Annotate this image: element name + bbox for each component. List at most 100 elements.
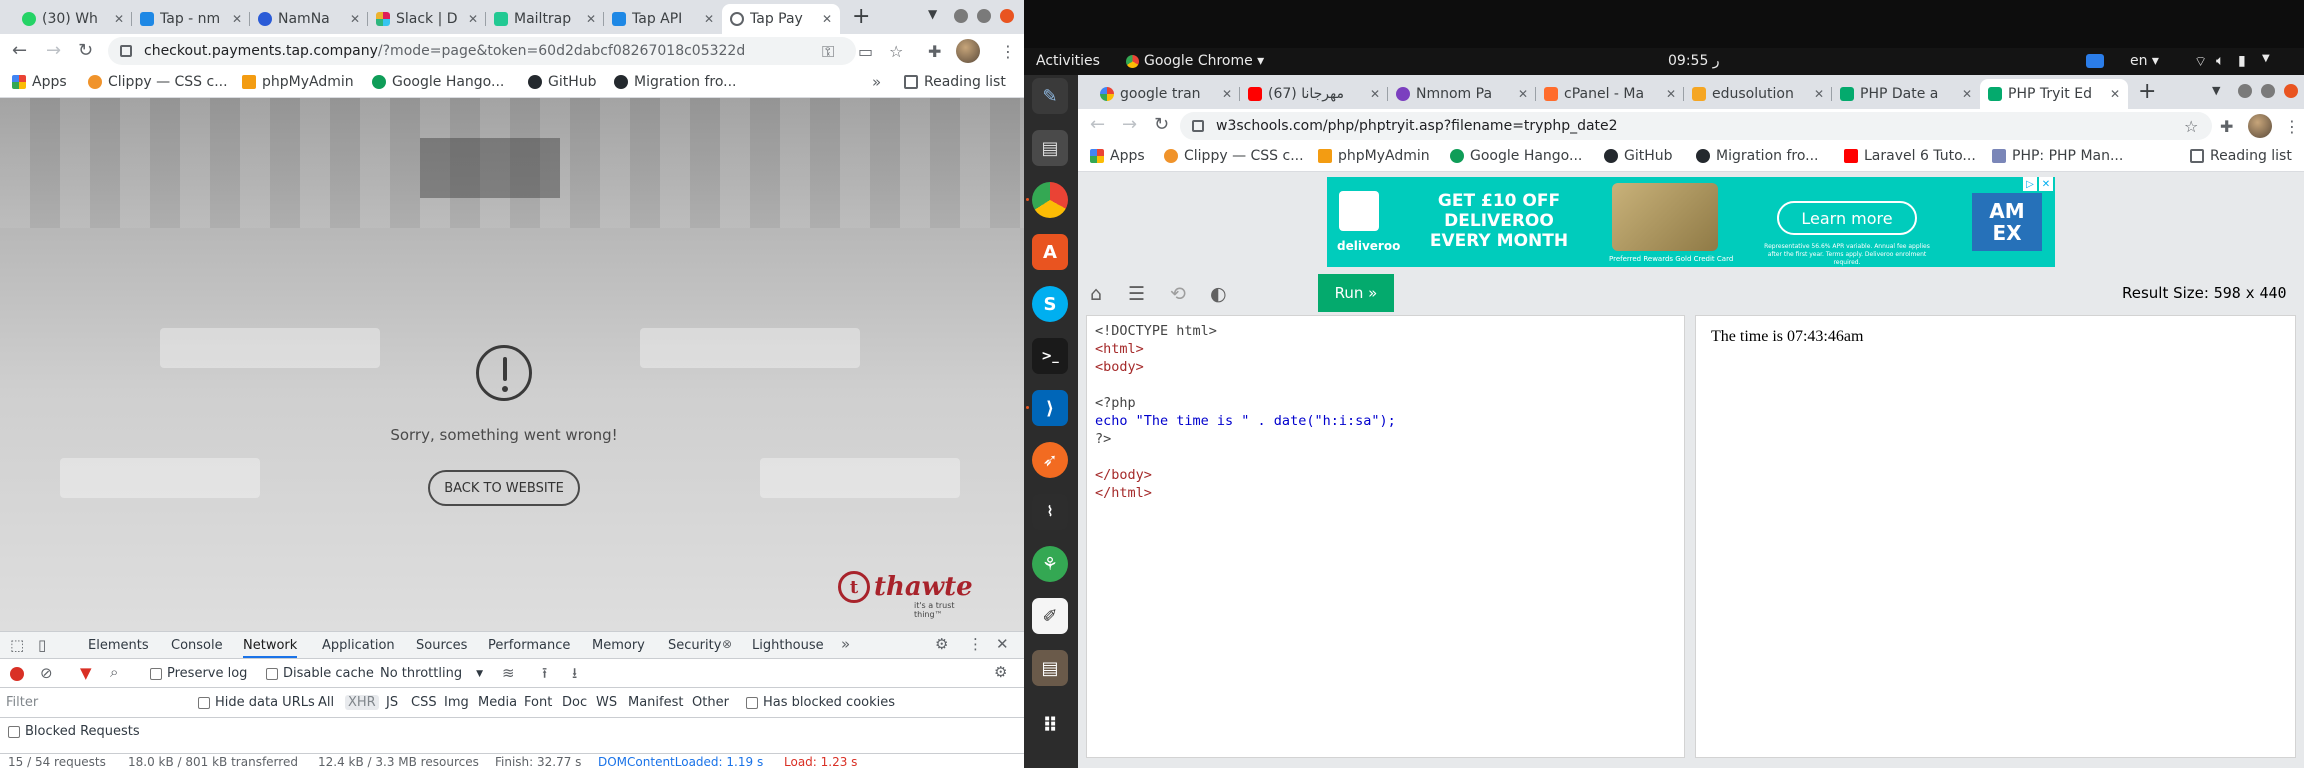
language-select[interactable]: en ▾: [2130, 53, 2159, 69]
blocked-requests-checkbox[interactable]: Blocked Requests: [8, 724, 140, 739]
minimize-icon[interactable]: [954, 9, 968, 23]
filter-img[interactable]: Img: [444, 695, 469, 710]
dock-app-postman[interactable]: ➶: [1032, 442, 1068, 478]
bookmark-laravel[interactable]: Laravel 6 Tuto...: [1844, 148, 1976, 164]
throttling-select[interactable]: No throttling ▼: [380, 666, 483, 681]
tab-security[interactable]: Security: [668, 638, 721, 653]
maximize-icon[interactable]: [2261, 84, 2275, 98]
bookmark-apps[interactable]: Apps: [1090, 148, 1145, 164]
dock-app-software[interactable]: A: [1032, 234, 1068, 270]
close-icon[interactable]: ✕: [586, 12, 596, 26]
bookmark-migration[interactable]: Migration fro...: [614, 74, 737, 90]
tab-application[interactable]: Application: [322, 638, 395, 653]
tab-performance[interactable]: Performance: [488, 638, 570, 653]
settings-gear-icon[interactable]: ⚙: [935, 635, 948, 653]
more-tabs-icon[interactable]: »: [841, 635, 850, 653]
sound-icon[interactable]: 🔈︎: [2216, 53, 2224, 69]
forward-icon[interactable]: →: [46, 40, 61, 61]
device-toolbar-icon[interactable]: ▯: [38, 636, 46, 654]
reload-icon[interactable]: ↻: [78, 40, 93, 61]
window-close-icon[interactable]: [1000, 9, 1014, 23]
back-icon[interactable]: ←: [12, 40, 27, 61]
tab-edusolution[interactable]: edusolution ✕: [1684, 79, 1832, 109]
address-bar[interactable]: checkout.payments.tap.company/?mode=page…: [108, 37, 856, 65]
back-icon[interactable]: ←: [1090, 114, 1105, 135]
tab-search-icon[interactable]: ▼: [928, 7, 937, 21]
bookmark-phpmyadmin[interactable]: phpMyAdmin: [242, 74, 354, 90]
export-icon[interactable]: ⭳: [572, 663, 577, 688]
close-icon[interactable]: ✕: [1518, 87, 1528, 101]
tab-tap-api[interactable]: Tap API ✕: [604, 4, 722, 34]
close-icon[interactable]: ✕: [704, 12, 714, 26]
tab-tap-nm[interactable]: Tap - nm ✕: [132, 4, 250, 34]
back-to-website-button[interactable]: BACK TO WEBSITE: [428, 470, 580, 506]
tab-elements[interactable]: Elements: [88, 638, 149, 653]
window-close-icon[interactable]: [2284, 84, 2298, 98]
dark-mode-icon[interactable]: ◐: [1210, 283, 1227, 305]
tab-nmnom[interactable]: Nmnom Pa ✕: [1388, 79, 1536, 109]
system-menu-icon[interactable]: ▼: [2262, 53, 2270, 64]
clear-icon[interactable]: ⊘: [40, 664, 53, 682]
hide-data-urls-checkbox[interactable]: Hide data URLs: [198, 695, 315, 710]
more-bookmarks-icon[interactable]: »: [872, 73, 881, 91]
kebab-menu-icon[interactable]: ⋮: [968, 635, 983, 653]
maximize-icon[interactable]: [977, 9, 991, 23]
home-icon[interactable]: ⌂: [1090, 283, 1102, 305]
inspect-icon[interactable]: ⬚: [10, 636, 24, 654]
tab-google-translate[interactable]: google tran ✕: [1092, 79, 1240, 109]
bookmark-php-manual[interactable]: PHP: PHP Man...: [1992, 148, 2123, 164]
disable-cache-checkbox[interactable]: Disable cache: [266, 666, 374, 681]
tab-memory[interactable]: Memory: [592, 638, 645, 653]
dock-app-vscode[interactable]: ⟩: [1032, 390, 1068, 426]
avatar[interactable]: [2248, 114, 2272, 138]
close-icon[interactable]: ✕: [1814, 87, 1824, 101]
dock-app-terminal[interactable]: >_: [1032, 338, 1068, 374]
dock-app-squirrel[interactable]: ✎: [1032, 78, 1068, 114]
battery-icon[interactable]: ▮: [2238, 53, 2246, 69]
close-icon[interactable]: ✕: [1222, 87, 1232, 101]
hamburger-icon[interactable]: ☰: [1128, 283, 1145, 305]
bookmark-migration[interactable]: Migration fro...: [1696, 148, 1819, 164]
bookmark-clippy[interactable]: Clippy — CSS c...: [88, 74, 228, 90]
tab-tap-pay[interactable]: Tap Pay ✕: [722, 4, 840, 34]
tab-slack[interactable]: Slack | D ✕: [368, 4, 486, 34]
record-icon[interactable]: [10, 667, 24, 681]
address-bar[interactable]: w3schools.com/php/phptryit.asp?filename=…: [1180, 112, 2212, 140]
has-blocked-cookies-checkbox[interactable]: Has blocked cookies: [746, 695, 895, 710]
network-settings-icon[interactable]: ⚙: [994, 663, 1007, 681]
minimize-icon[interactable]: [2238, 84, 2252, 98]
tab-console[interactable]: Console: [171, 638, 223, 653]
network-icon[interactable]: ⌔: [2194, 53, 2207, 71]
activities-button[interactable]: Activities: [1036, 53, 1100, 69]
filter-js[interactable]: JS: [386, 695, 398, 710]
filter-icon[interactable]: ▼: [80, 664, 92, 682]
close-icon[interactable]: ✕: [822, 12, 832, 26]
filter-media[interactable]: Media: [478, 695, 517, 710]
wifi-icon[interactable]: ≋: [502, 664, 515, 682]
menu-icon[interactable]: ⋮: [1000, 42, 1016, 61]
bookmark-hangouts[interactable]: Google Hango...: [1450, 148, 1582, 164]
bookmark-clippy[interactable]: Clippy — CSS c...: [1164, 148, 1304, 164]
preserve-log-checkbox[interactable]: Preserve log: [150, 666, 247, 681]
filter-all[interactable]: All: [318, 695, 334, 710]
bookmark-apps[interactable]: Apps: [12, 74, 67, 90]
avatar[interactable]: [956, 39, 980, 63]
ad-info-icon[interactable]: ▷: [2023, 177, 2037, 191]
show-applications-icon[interactable]: ⠿: [1032, 707, 1068, 743]
ad-close-icon[interactable]: ✕: [2039, 177, 2053, 191]
dock-app-files[interactable]: ▤: [1032, 130, 1068, 166]
bookmark-github[interactable]: GitHub: [1604, 148, 1673, 164]
close-icon[interactable]: ✕: [1666, 87, 1676, 101]
new-tab-icon[interactable]: +: [2138, 79, 2156, 104]
tab-namna[interactable]: NamNa ✕: [250, 4, 368, 34]
tab-mailtrap[interactable]: Mailtrap ✕: [486, 4, 604, 34]
camera-icon[interactable]: [2086, 54, 2104, 68]
extensions-icon[interactable]: ✚: [2220, 117, 2233, 136]
rotate-icon[interactable]: ⟲: [1170, 283, 1186, 305]
tab-youtube[interactable]: (67) مهرجانا ✕: [1240, 79, 1388, 109]
bookmark-hangouts[interactable]: Google Hango...: [372, 74, 504, 90]
import-icon[interactable]: ⭱: [542, 663, 547, 688]
new-tab-icon[interactable]: +: [852, 4, 870, 29]
dock-app-system-monitor[interactable]: ⌇: [1032, 494, 1068, 530]
filter-other[interactable]: Other: [692, 695, 729, 710]
